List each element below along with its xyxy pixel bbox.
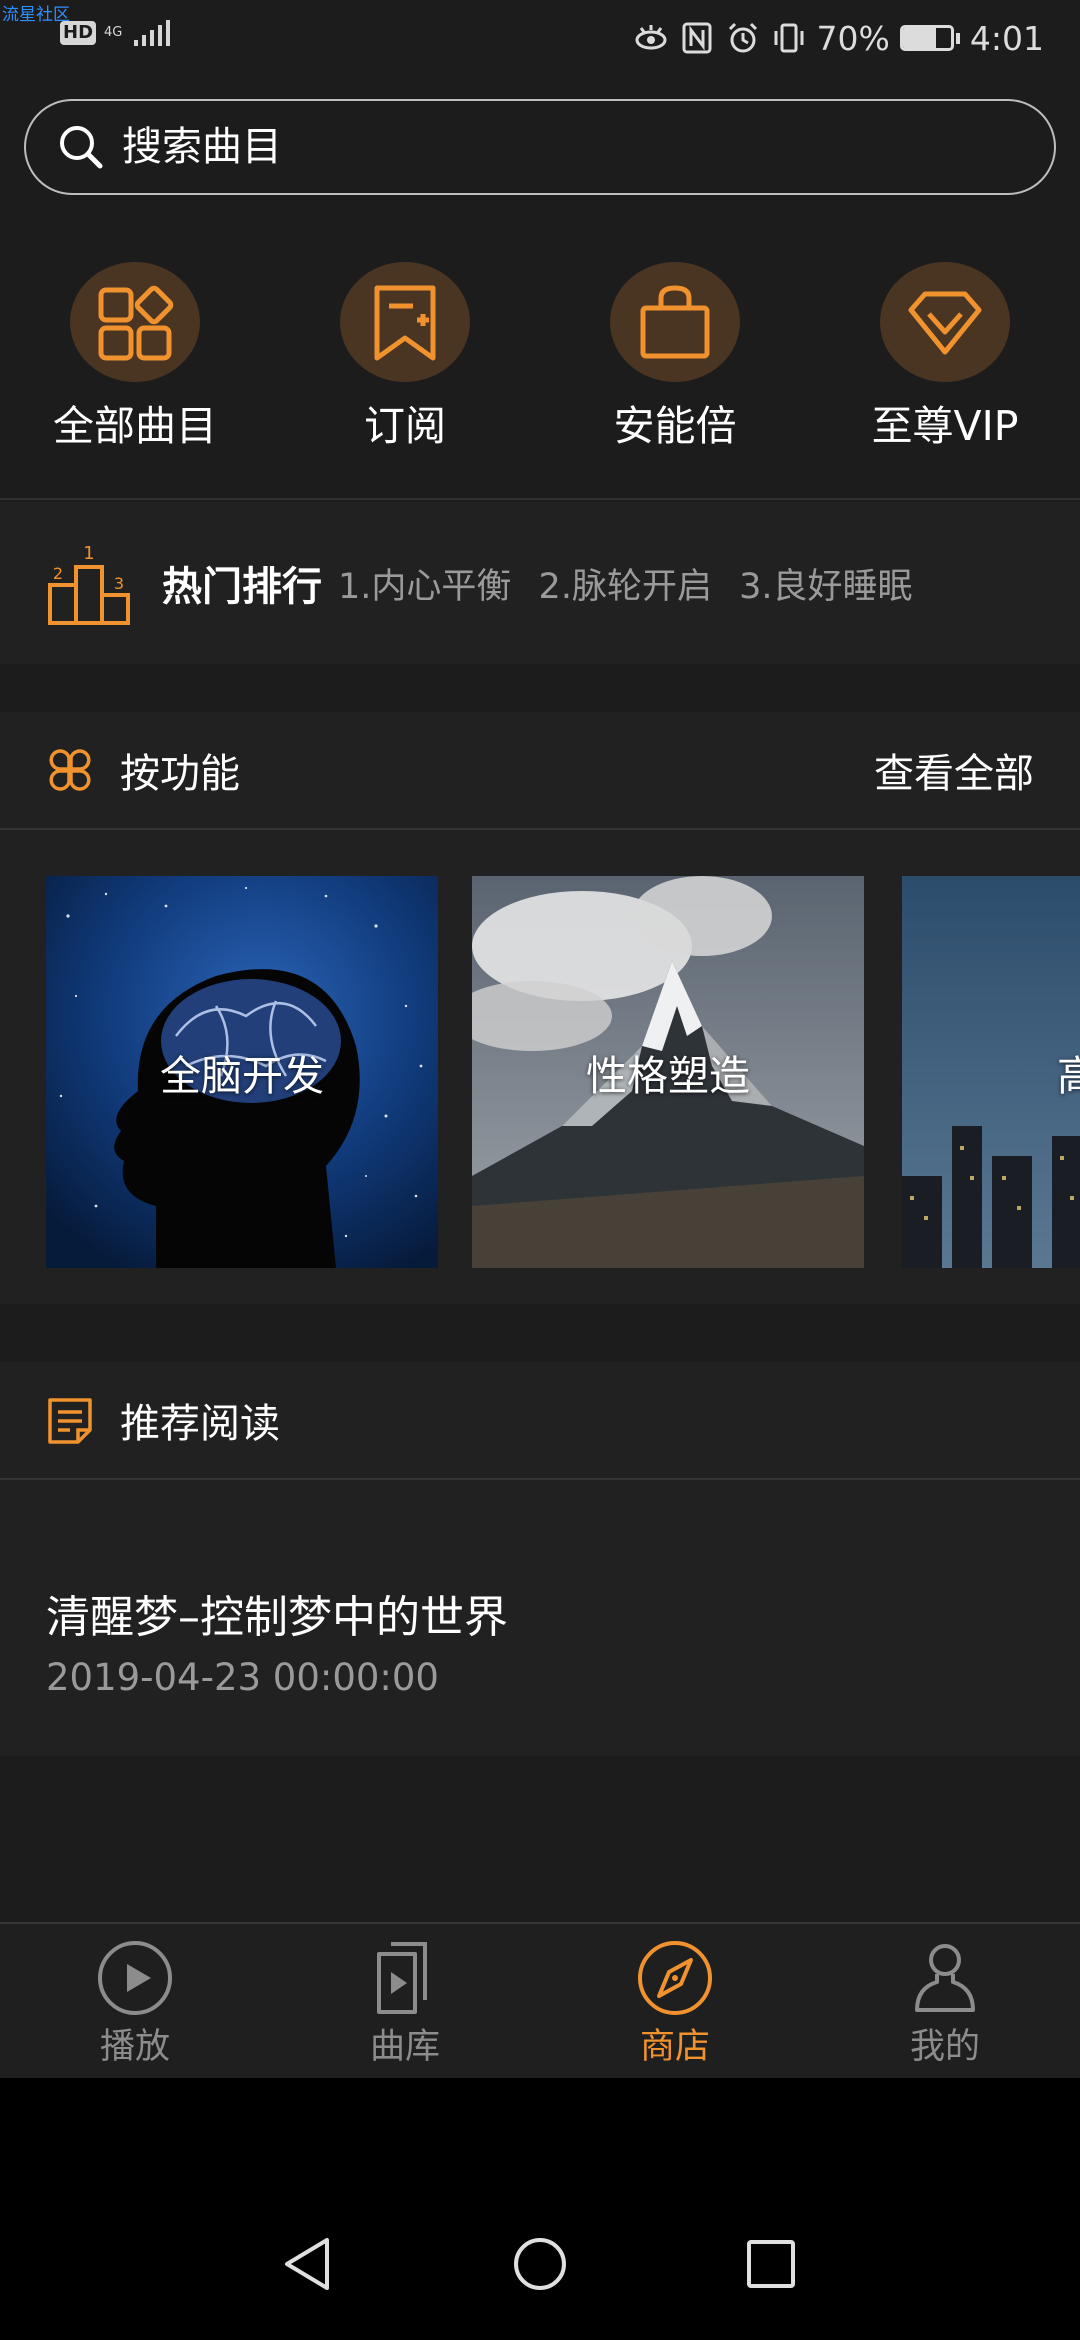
function-card-carousel[interactable]: 全脑开发 性格塑造 高 [0,830,1080,1304]
home-circle-icon [514,2238,566,2290]
shopping-bag-icon [640,285,710,359]
note-icon [48,1398,92,1444]
app-screen: 流星社区 HD 4G 70% 4:01 搜索曲目 全部曲目 订阅 安能倍 至尊V… [0,0,1080,2340]
nav-item-store[interactable]: 商店 [540,1924,810,2078]
play-circle-icon [98,1941,172,2015]
svg-text:3: 3 [114,574,124,593]
recents-square-icon [747,2240,795,2288]
section-title: 推荐阅读 [120,1401,280,1447]
system-back-button[interactable] [279,2234,339,2294]
clock-time: 4:01 [969,18,1044,58]
nav-label: 我的 [909,2027,980,2067]
category-all-tracks[interactable]: 全部曲目 [0,262,270,452]
battery-percent: 70% [816,18,890,58]
battery-tip [955,32,960,44]
nfc-icon [682,22,712,54]
network-type: 4G [104,25,123,40]
alarm-icon [728,22,757,53]
function-card[interactable]: 高效 [902,876,1080,1268]
podium-icon: 1 2 3 [48,543,130,625]
category-icon-circle [70,262,200,382]
system-recents-button[interactable] [741,2234,801,2294]
person-icon [915,1944,975,2012]
article-title: 清醒梦–控制梦中的世界 [46,1592,508,1643]
search-icon [60,126,103,169]
status-bar: 流星社区 HD 4G 70% 4:01 [0,0,1080,76]
grid-icon [98,285,174,361]
by-function-section: 按功能 查看全部 全脑开发 性格塑造 高 [0,712,1080,1304]
library-icon [377,1942,427,2014]
category-icon-circle [340,262,470,382]
article-item[interactable]: 清醒梦–控制梦中的世界 2019-04-23 00:00:00 [0,1480,1080,1756]
hot-ranking-item[interactable]: 3.良好睡眠 [739,567,912,607]
city-image [902,876,1080,1268]
function-card[interactable]: 性格塑造 [472,876,864,1268]
category-label: 全部曲目 [53,402,217,450]
search-input[interactable] [122,124,1022,170]
clover-icon [49,749,91,791]
divider [0,498,1080,500]
search-bar[interactable] [24,99,1056,195]
back-triangle-icon [285,2238,329,2290]
status-right: 70% 4:01 [633,14,1044,62]
nav-item-library[interactable]: 曲库 [270,1924,540,2078]
category-label: 安能倍 [613,402,737,450]
function-card-label: 高效 [1057,1052,1080,1100]
bottom-nav: 播放 曲库 商店 我的 [0,1922,1080,2078]
hd-badge: HD [60,21,97,45]
eye-comfort-icon [635,25,667,50]
nav-item-play[interactable]: 播放 [0,1924,270,2078]
system-home-button[interactable] [510,2234,570,2294]
hot-ranking-list: 1.内心平衡 2.脉轮开启 3.良好睡眠 [338,558,929,609]
by-function-header: 按功能 查看全部 [0,712,1080,830]
category-icon-circle [880,262,1010,382]
nav-label: 曲库 [369,2027,440,2067]
category-icon-circle [610,262,740,382]
function-card-label: 性格塑造 [586,1052,750,1100]
view-all-link[interactable]: 查看全部 [874,741,1034,799]
article-date: 2019-04-23 00:00:00 [46,1656,439,1699]
hot-ranking-item[interactable]: 2.脉轮开启 [539,567,712,607]
category-vip[interactable]: 至尊VIP [810,262,1080,452]
category-label: 至尊VIP [871,402,1019,450]
system-nav-bar [0,2078,1080,2340]
signal-icon [134,20,171,46]
svg-text:1: 1 [83,543,94,564]
category-label: 订阅 [364,402,446,450]
status-left: HD 4G [60,18,172,48]
nav-label: 播放 [99,2027,170,2067]
nav-item-mine[interactable]: 我的 [810,1924,1080,2078]
function-card[interactable]: 全脑开发 [46,876,438,1268]
compass-icon [638,1941,712,2015]
recommended-section: 推荐阅读 清醒梦–控制梦中的世界 2019-04-23 00:00:00 [0,1362,1080,1756]
bookmark-add-icon [374,285,436,361]
hot-ranking-bar[interactable]: 1 2 3 热门排行 1.内心平衡 2.脉轮开启 3.良好睡眠 [0,502,1080,664]
battery-icon [899,25,954,51]
function-card-label: 全脑开发 [160,1052,324,1100]
nav-label: 商店 [639,2027,710,2067]
section-title: 按功能 [120,751,240,797]
vibrate-icon [774,23,804,53]
quick-category-row: 全部曲目 订阅 安能倍 至尊VIP [0,262,1080,452]
hot-ranking-title: 热门排行 [162,564,322,610]
vip-diamond-icon [908,291,982,355]
category-subscribe[interactable]: 订阅 [270,262,540,452]
svg-text:2: 2 [53,564,63,583]
battery-level-fill [902,28,937,48]
hot-ranking-item[interactable]: 1.内心平衡 [338,567,511,607]
category-annengbei[interactable]: 安能倍 [540,262,810,452]
recommended-header: 推荐阅读 [0,1362,1080,1480]
